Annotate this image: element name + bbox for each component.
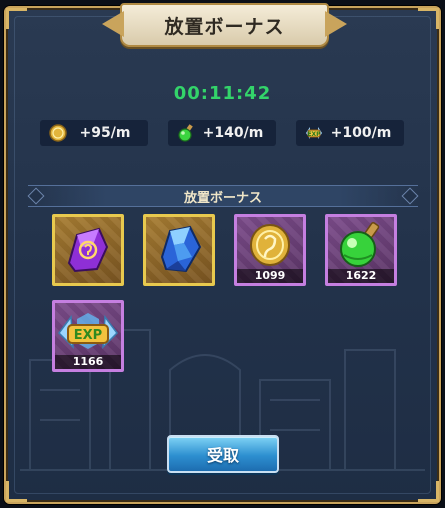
green-potion-icon <box>176 123 196 143</box>
purple-rune-stone-icon <box>67 227 109 273</box>
idle-timer: 00:11:42 <box>173 83 272 104</box>
rewards-section-header: 放置ボーナス <box>28 185 418 207</box>
reward-count: 1099 <box>237 269 303 283</box>
potion-rate-value: +140/m <box>202 125 264 141</box>
reward-item-rune-stone[interactable] <box>52 214 124 286</box>
reward-item-gold[interactable]: 1099 <box>234 214 306 286</box>
claim-button[interactable]: 受取 <box>167 435 279 473</box>
exp-rate-value: +100/m <box>330 125 392 141</box>
frame-corner-ornament <box>418 8 439 29</box>
exp-rate-box: EXP +100/m <box>296 120 404 146</box>
svg-text:EXP: EXP <box>307 131 321 138</box>
reward-item-crystal[interactable] <box>143 214 215 286</box>
frame-corner-ornament <box>6 481 27 502</box>
panel-title-tab: 放置ボーナス <box>120 3 329 47</box>
reward-item-exp[interactable]: EXP 1166 <box>52 300 124 372</box>
frame-corner-ornament <box>6 8 27 29</box>
reward-count: 1622 <box>328 269 394 283</box>
rewards-section-title: 放置ボーナス <box>183 190 262 206</box>
potion-rate-box: +140/m <box>168 120 276 146</box>
reward-count: 1166 <box>55 355 121 369</box>
gold-rate-box: +95/m <box>40 120 148 146</box>
frame-corner-ornament <box>418 481 439 502</box>
panel-title: 放置ボーナス <box>164 15 285 38</box>
gold-coin-icon <box>48 123 68 143</box>
claim-button-label: 受取 <box>206 446 239 465</box>
blue-crystal-icon <box>160 225 202 273</box>
svg-text:EXP: EXP <box>74 328 102 343</box>
reward-item-potion[interactable]: 1622 <box>325 214 397 286</box>
exp-badge-icon: EXP <box>304 123 324 143</box>
gold-rate-value: +95/m <box>79 125 131 141</box>
